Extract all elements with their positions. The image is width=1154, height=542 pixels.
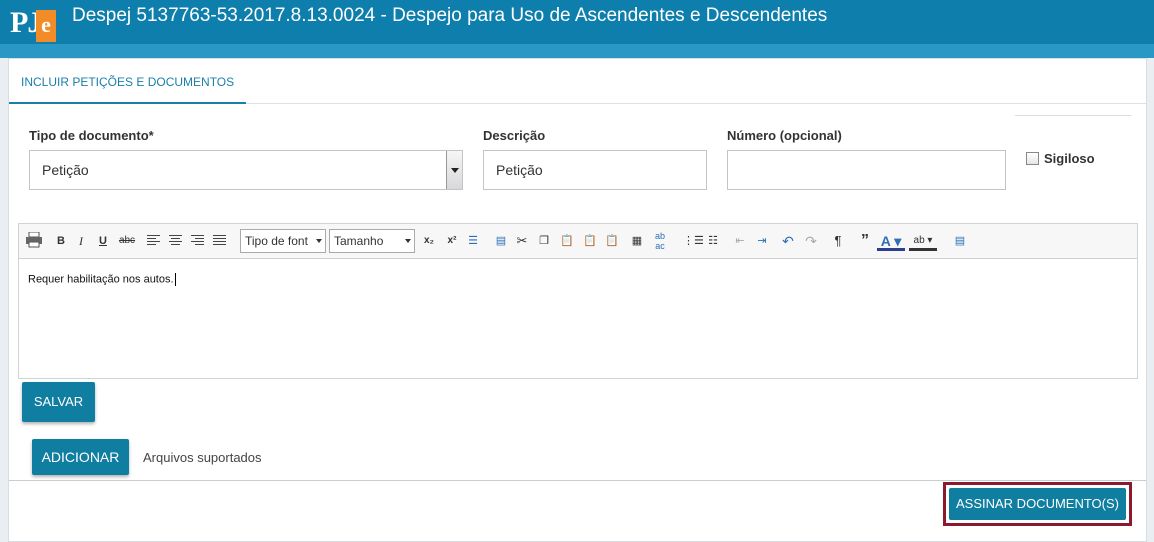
align-center-icon[interactable]	[169, 235, 182, 247]
paste-text-icon[interactable]: 📋	[582, 231, 598, 251]
rich-text-editor: B I U abc Tipo de font Tamanho x₂ x² ☰ ▤…	[18, 223, 1138, 379]
blockquote-icon[interactable]: ”	[857, 231, 873, 251]
bold-icon[interactable]: B	[55, 231, 67, 251]
editor-text: Requer habilitação nos autos.	[28, 273, 174, 286]
highlight-color-icon[interactable]: ab ▾	[909, 231, 937, 251]
assinar-documentos-button[interactable]: ASSINAR DOCUMENTO(S)	[949, 488, 1126, 520]
main-panel: INCLUIR PETIÇÕES E DOCUMENTOS Tipo de do…	[8, 58, 1147, 542]
chevron-down-icon[interactable]	[446, 151, 462, 189]
numero-input[interactable]	[727, 150, 1006, 190]
align-justify-icon[interactable]	[213, 235, 226, 247]
line-height-icon[interactable]: ☰	[465, 231, 481, 251]
assinar-highlight: ASSINAR DOCUMENTO(S)	[943, 482, 1132, 526]
undo-icon[interactable]: ↶	[780, 231, 796, 251]
font-family-select[interactable]: Tipo de font	[240, 229, 326, 253]
font-family-value: Tipo de font	[245, 234, 308, 248]
source-icon[interactable]: ▤	[951, 231, 969, 251]
find-icon[interactable]: ▦	[629, 231, 645, 251]
divider	[9, 480, 1146, 481]
redo-icon[interactable]: ↷	[803, 231, 819, 251]
font-size-value: Tamanho	[334, 234, 384, 248]
sigiloso-label: Sigiloso	[1044, 151, 1095, 166]
sigiloso-checkbox[interactable]	[1026, 152, 1039, 165]
paste-icon[interactable]: 📋	[559, 231, 575, 251]
strikethrough-icon[interactable]: abc	[118, 231, 136, 251]
tipo-documento-select[interactable]: Petição	[29, 150, 463, 190]
paste-word-icon[interactable]: 📋	[604, 231, 620, 251]
font-size-select[interactable]: Tamanho	[329, 229, 415, 253]
tipo-documento-label: Tipo de documento*	[29, 128, 154, 143]
align-left-icon[interactable]	[147, 235, 160, 247]
paragraph-icon[interactable]: ¶	[830, 231, 846, 251]
header-band	[0, 44, 1154, 58]
chevron-down-icon	[316, 239, 322, 243]
salvar-button[interactable]: SALVAR	[22, 382, 95, 422]
numbered-list-icon[interactable]: ☷	[705, 231, 721, 251]
divider	[1015, 115, 1131, 116]
descricao-label: Descrição	[483, 128, 546, 143]
logo-e: e	[36, 10, 56, 42]
select-all-icon[interactable]: ▤	[493, 231, 509, 251]
numero-label: Número (opcional)	[727, 128, 842, 143]
arquivos-suportados-link[interactable]: Arquivos suportados	[143, 450, 262, 465]
copy-icon[interactable]: ❐	[536, 231, 552, 251]
bullet-list-icon[interactable]: ⋮☰	[683, 231, 704, 251]
page-title: Despej 5137763-53.2017.8.13.0024 - Despe…	[72, 5, 828, 26]
tab-incluir-peticoes[interactable]: INCLUIR PETIÇÕES E DOCUMENTOS	[9, 59, 247, 104]
superscript-icon[interactable]: x²	[445, 231, 459, 251]
pje-logo[interactable]: PJ e	[10, 6, 58, 46]
replace-icon[interactable]: ab ac	[651, 231, 669, 251]
indent-icon[interactable]: ⇥	[754, 231, 770, 251]
text-color-icon[interactable]: A ▾	[877, 231, 905, 251]
underline-icon[interactable]: U	[97, 231, 109, 251]
text-caret	[174, 273, 176, 286]
editor-toolbar: B I U abc Tipo de font Tamanho x₂ x² ☰ ▤…	[19, 224, 1137, 259]
subscript-icon[interactable]: x₂	[422, 231, 436, 251]
cut-icon[interactable]: ✂	[514, 231, 530, 251]
italic-icon[interactable]: I	[76, 231, 86, 251]
print-icon[interactable]	[25, 232, 43, 248]
tab-bar: INCLUIR PETIÇÕES E DOCUMENTOS	[9, 59, 1146, 104]
descricao-input[interactable]: Petição	[483, 150, 707, 190]
app-header: PJ e Despej 5137763-53.2017.8.13.0024 - …	[0, 0, 1154, 58]
editor-content[interactable]: Requer habilitação nos autos.	[19, 259, 1137, 378]
tipo-documento-value: Petição	[42, 162, 89, 178]
chevron-down-icon	[405, 239, 411, 243]
outdent-icon[interactable]: ⇤	[732, 231, 748, 251]
align-right-icon[interactable]	[191, 235, 204, 247]
adicionar-button[interactable]: ADICIONAR	[32, 439, 129, 475]
